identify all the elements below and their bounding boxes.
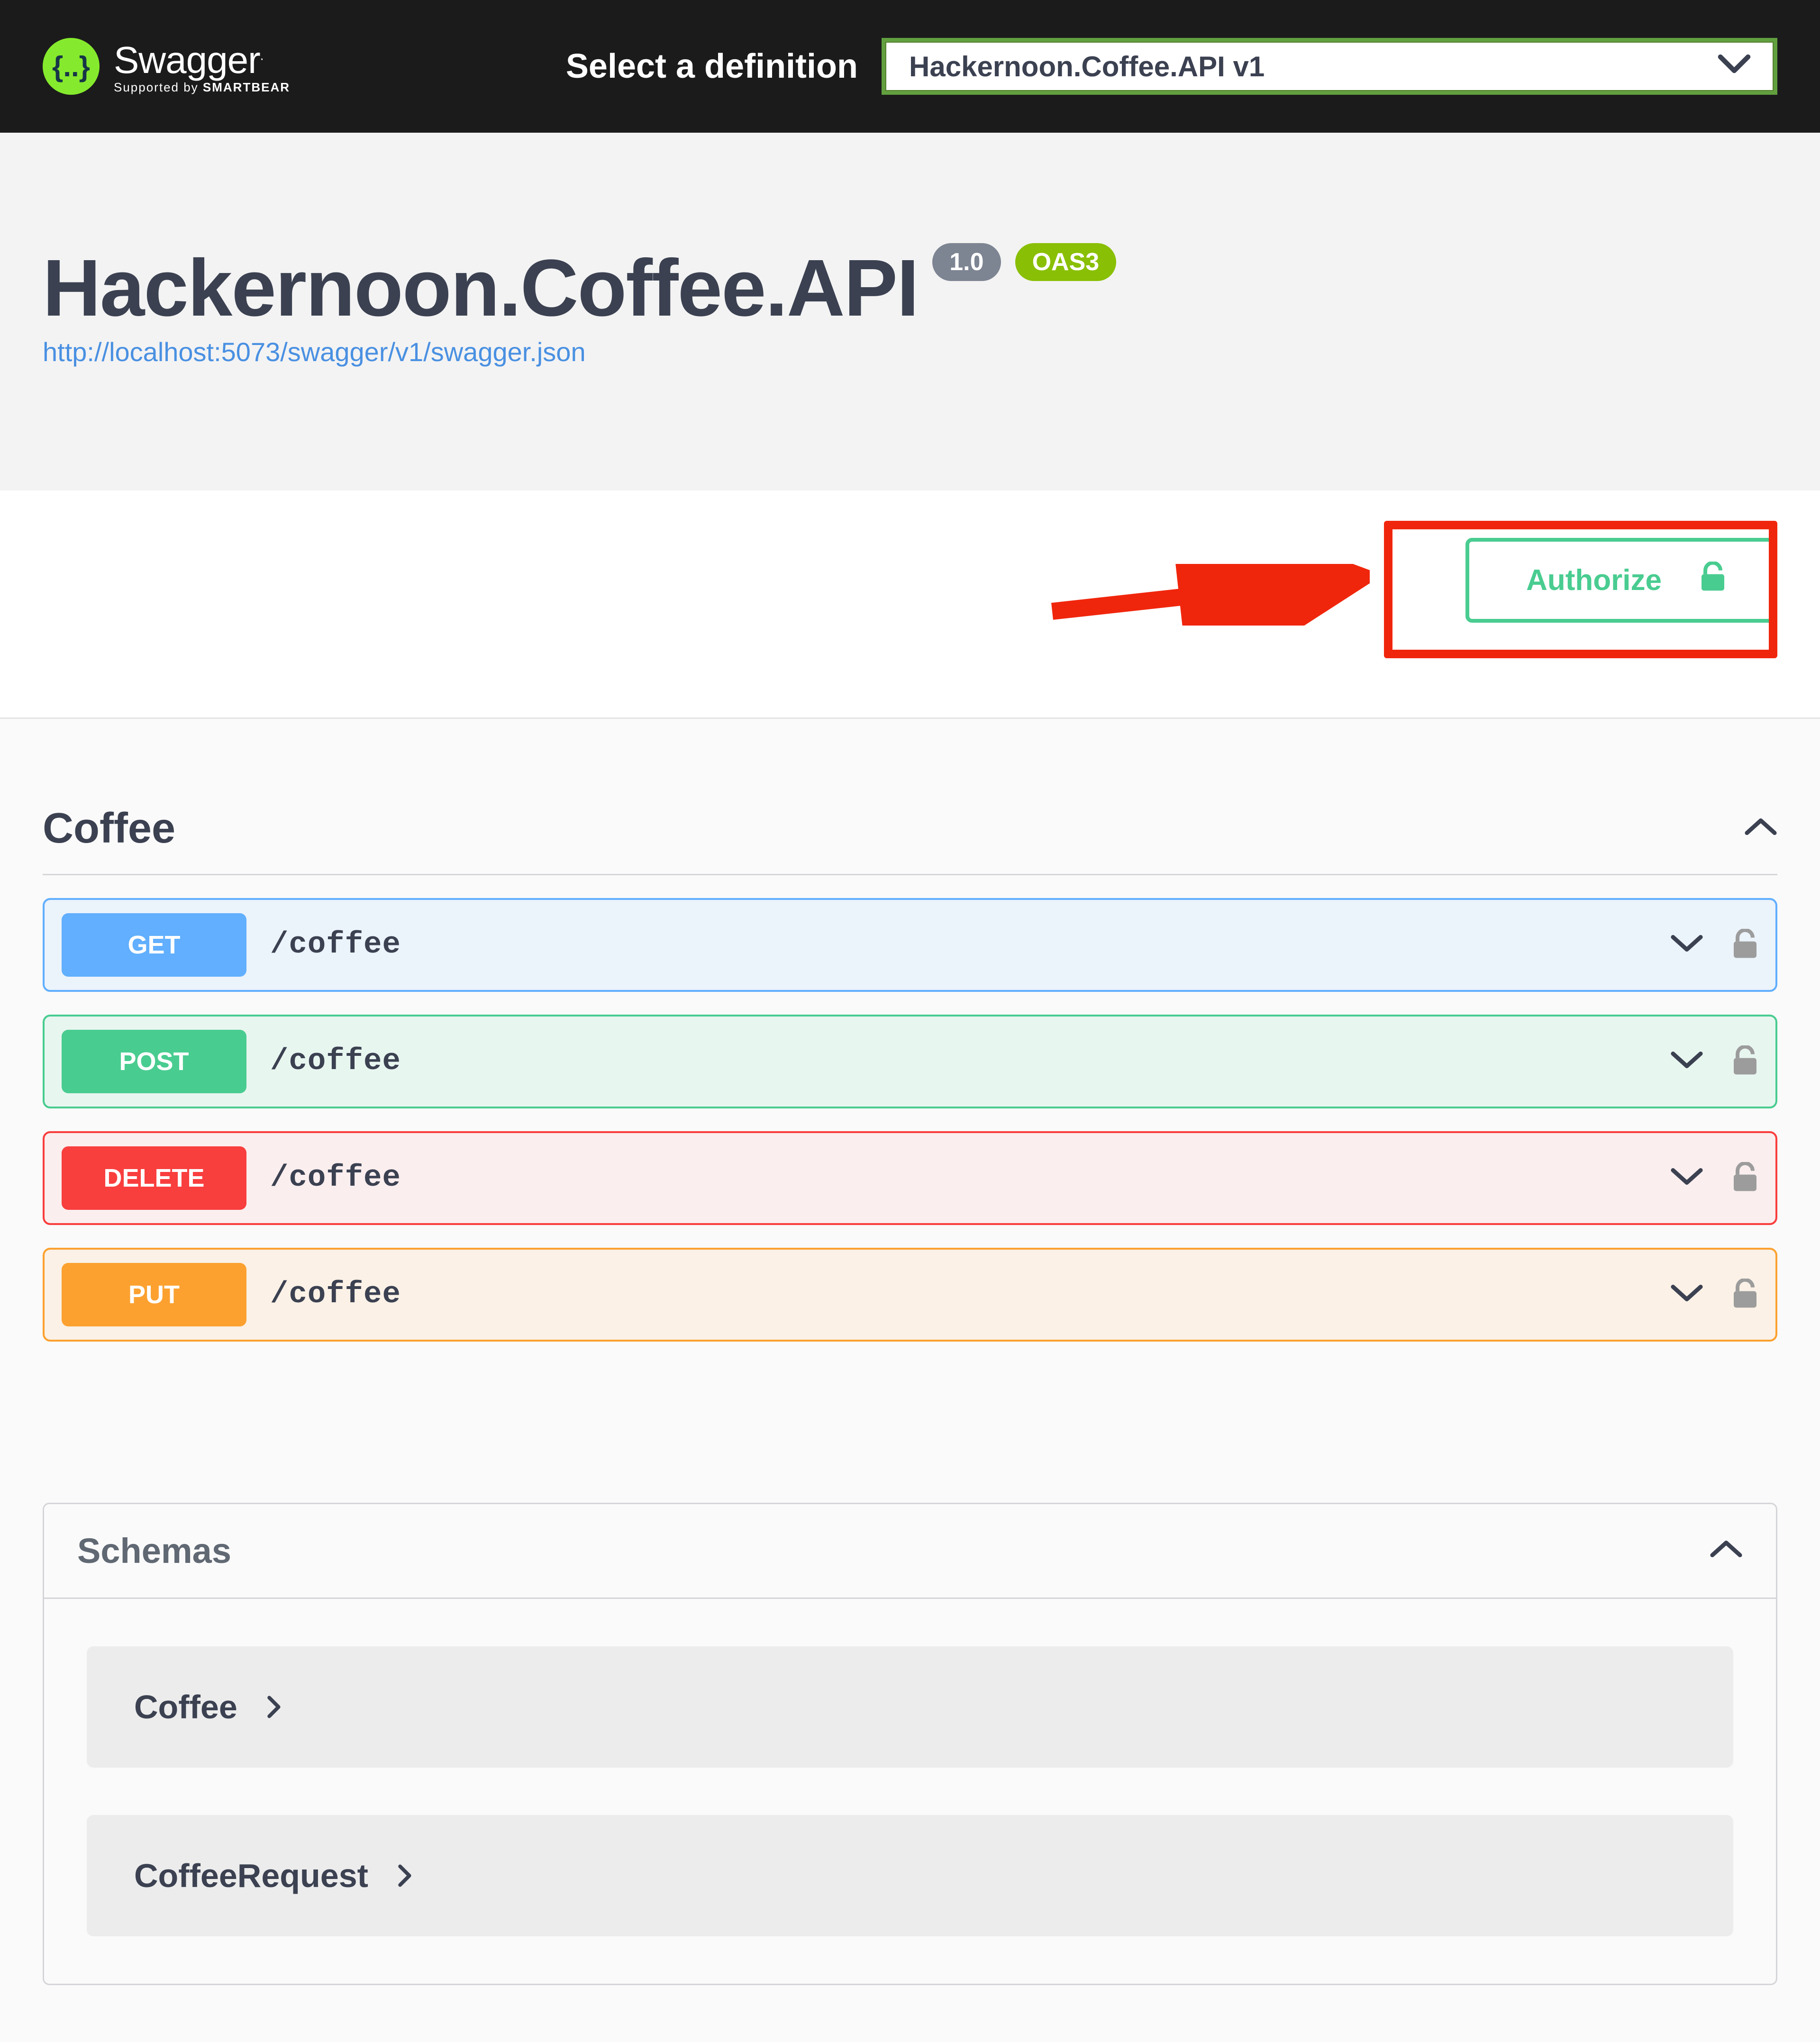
swagger-logo-text: Swagger. Supported by SMARTBEAR — [114, 38, 290, 95]
operation-delete[interactable]: DELETE/coffee — [43, 1131, 1777, 1225]
chevron-down-icon — [1670, 1165, 1703, 1191]
tag-section-coffee: Coffee GET/coffeePOST/coffeeDELETE/coffe… — [0, 719, 1820, 1398]
definition-selector-form: Select a definition Hackernoon.Coffee.AP… — [566, 38, 1777, 95]
spec-url-link[interactable]: http://localhost:5073/swagger/v1/swagger… — [43, 336, 586, 367]
annotation-highlight-box — [1384, 521, 1777, 658]
auth-section: Authorize — [0, 490, 1820, 719]
http-method-badge: POST — [62, 1030, 246, 1093]
chevron-down-icon — [1670, 1282, 1703, 1308]
schema-item[interactable]: Coffee — [87, 1646, 1733, 1768]
api-info: Hackernoon.Coffee.API 1.0 OAS3 http://lo… — [0, 133, 1820, 490]
api-version-badge: 1.0 — [932, 243, 1001, 281]
http-method-badge: PUT — [62, 1263, 246, 1326]
swagger-logo-icon: {..} — [43, 38, 100, 95]
definition-select[interactable]: Hackernoon.Coffee.API v1 — [882, 38, 1777, 95]
unlock-icon[interactable] — [1732, 929, 1758, 962]
definition-select-label: Select a definition — [566, 47, 858, 86]
chevron-right-icon — [397, 1857, 414, 1895]
oas-version-badge: OAS3 — [1015, 243, 1117, 281]
schema-item[interactable]: CoffeeRequest — [87, 1815, 1733, 1936]
operation-get[interactable]: GET/coffee — [43, 898, 1777, 992]
topbar: {..} Swagger. Supported by SMARTBEAR Sel… — [0, 0, 1820, 133]
operation-path: /coffee — [270, 1278, 401, 1312]
brand-subtitle-brand: SMARTBEAR — [203, 80, 290, 94]
operation-post[interactable]: POST/coffee — [43, 1015, 1777, 1108]
swagger-logo: {..} Swagger. Supported by SMARTBEAR — [43, 38, 290, 95]
chevron-down-icon — [1670, 932, 1703, 958]
api-title: Hackernoon.Coffee.API — [43, 242, 918, 335]
operation-path: /coffee — [270, 928, 401, 962]
chevron-down-icon — [1670, 1049, 1703, 1075]
operation-put[interactable]: PUT/coffee — [43, 1248, 1777, 1342]
schemas-header[interactable]: Schemas — [44, 1504, 1776, 1599]
schemas-title: Schemas — [77, 1531, 231, 1571]
brand-subtitle-prefix: Supported by — [114, 80, 203, 94]
tag-name: Coffee — [43, 804, 175, 853]
chevron-up-icon — [1744, 816, 1777, 842]
tag-header[interactable]: Coffee — [43, 804, 1777, 875]
http-method-badge: GET — [62, 913, 246, 977]
schemas-section: Schemas Coffee CoffeeRequest — [43, 1503, 1777, 1985]
operation-path: /coffee — [270, 1161, 401, 1195]
http-method-badge: DELETE — [62, 1146, 246, 1210]
unlock-icon[interactable] — [1732, 1045, 1758, 1078]
unlock-icon[interactable] — [1732, 1279, 1758, 1311]
operation-path: /coffee — [270, 1044, 401, 1079]
annotation-arrow-icon — [1047, 564, 1370, 628]
schema-name: CoffeeRequest — [134, 1857, 368, 1895]
schema-name: Coffee — [134, 1688, 237, 1726]
chevron-right-icon — [266, 1688, 283, 1726]
unlock-icon[interactable] — [1732, 1162, 1758, 1195]
chevron-up-icon — [1710, 1538, 1743, 1564]
brand-name: Swagger — [114, 39, 260, 81]
